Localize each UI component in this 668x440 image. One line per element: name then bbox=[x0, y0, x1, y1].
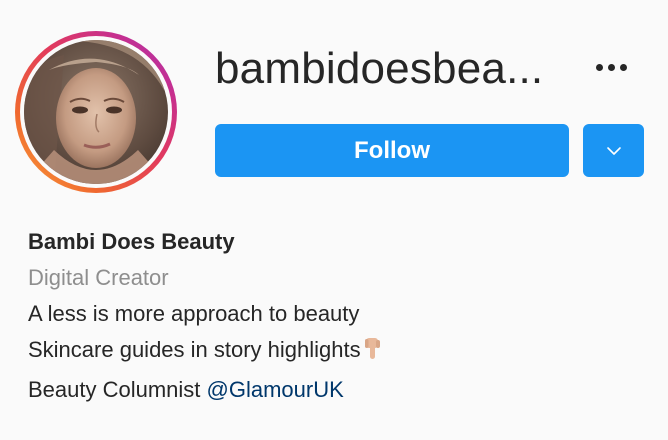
avatar-photo bbox=[24, 40, 168, 184]
profile-username: bambidoesbea... bbox=[215, 44, 544, 93]
story-ring[interactable] bbox=[15, 31, 177, 193]
profile-bio: Bambi Does Beauty Digital Creator A less… bbox=[28, 224, 383, 408]
pointing-down-hand-icon bbox=[363, 336, 383, 372]
suggested-accounts-dropdown-button[interactable] bbox=[583, 124, 644, 177]
more-horizontal-icon-dot bbox=[607, 63, 615, 71]
more-horizontal-icon bbox=[595, 63, 603, 71]
bio-line-with-emoji: Skincare guides in story highlights bbox=[28, 332, 383, 372]
profile-category: Digital Creator bbox=[28, 265, 169, 290]
bio-line-with-mention: Beauty Columnist @GlamourUK bbox=[28, 372, 383, 408]
profile-full-name: Bambi Does Beauty bbox=[28, 229, 235, 254]
bio-line: Beauty Columnist bbox=[28, 377, 207, 402]
more-options-button[interactable] bbox=[586, 52, 636, 82]
more-horizontal-icon-dot bbox=[619, 63, 627, 71]
chevron-down-icon bbox=[606, 146, 621, 155]
follow-button[interactable]: Follow bbox=[215, 124, 569, 177]
glamour-uk-mention-link[interactable]: @GlamourUK bbox=[207, 377, 344, 402]
bio-line: A less is more approach to beauty bbox=[28, 301, 360, 326]
profile-avatar[interactable] bbox=[24, 40, 168, 184]
bio-line: Skincare guides in story highlights bbox=[28, 337, 361, 362]
